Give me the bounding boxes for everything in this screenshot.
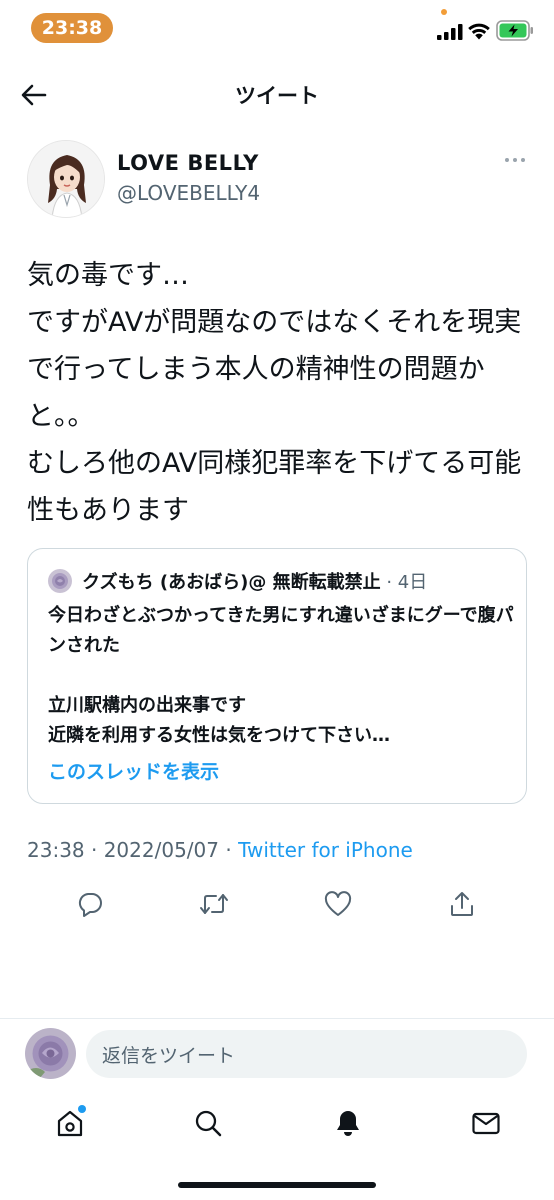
reply-icon — [78, 893, 102, 917]
show-thread-link[interactable]: このスレッドを表示 — [48, 757, 219, 784]
home-notification-dot — [78, 1105, 86, 1113]
page-title: ツイート — [235, 84, 319, 108]
current-user-avatar[interactable] — [25, 1028, 76, 1079]
privacy-indicator-dot — [441, 9, 447, 15]
tweet-metadata: 23:38 · 2022/05/07 · Twitter for iPhone — [27, 838, 413, 862]
quoted-author-avatar — [48, 569, 72, 593]
share-button[interactable] — [442, 884, 482, 924]
like-button[interactable] — [318, 884, 358, 924]
quoted-tweet-text: 今日わざとぶつかってきた男にすれ違いざまにグーで腹パンされた 立川駅構内の出来事… — [48, 605, 514, 746]
reply-input[interactable]: 返信をツイート — [86, 1030, 527, 1078]
header: ツイート — [0, 70, 554, 120]
quoted-tweet-card[interactable]: クズもち (あおばら)@ 無断転載禁止 · 4日 今日わざとぶつかってきた男にす… — [27, 548, 527, 804]
tab-search[interactable] — [186, 1101, 230, 1145]
status-bar: 23:38 — [0, 0, 554, 56]
battery-charging-icon — [496, 20, 533, 41]
notifications-icon — [337, 1111, 359, 1136]
like-icon — [324, 891, 352, 916]
bottom-tab-bar — [0, 1098, 554, 1148]
tweet-timestamp: 23:38 · 2022/05/07 · — [27, 838, 239, 862]
tweet-action-bar — [0, 884, 554, 924]
reply-button[interactable] — [70, 884, 110, 924]
author-display-name[interactable]: LOVE BELLY — [117, 151, 259, 175]
status-time: 23:38 — [31, 13, 113, 43]
quoted-tweet-date: · 4日 — [380, 572, 428, 593]
quoted-tweet-header: クズもち (あおばら)@ 無断転載禁止 · 4日 — [82, 568, 427, 594]
tab-home[interactable] — [48, 1101, 92, 1145]
retweet-button[interactable] — [194, 884, 234, 924]
messages-icon — [472, 1112, 500, 1135]
home-indicator — [178, 1182, 376, 1188]
tweet-source-link[interactable]: Twitter for iPhone — [238, 838, 413, 862]
tab-notifications[interactable] — [326, 1101, 370, 1145]
tab-messages[interactable] — [464, 1101, 508, 1145]
retweet-icon — [200, 894, 228, 914]
reply-placeholder: 返信をツイート — [102, 1044, 236, 1067]
author-avatar[interactable] — [27, 140, 105, 218]
tweet-text: 気の毒です… ですがAVが問題なのではなくそれを現実で行ってしまう本人の精神性の… — [27, 260, 522, 526]
cellular-signal-icon — [437, 24, 463, 40]
share-icon — [451, 892, 473, 916]
quoted-author-name: クズもち (あおばら)@ 無断転載禁止 — [82, 572, 381, 593]
author-handle[interactable]: @LOVEBELLY4 — [117, 181, 260, 205]
search-icon — [195, 1110, 222, 1137]
more-options-icon[interactable] — [500, 150, 530, 170]
avatar-illustration — [28, 141, 104, 217]
reply-bar-divider — [0, 1018, 554, 1019]
wifi-icon — [468, 23, 490, 40]
